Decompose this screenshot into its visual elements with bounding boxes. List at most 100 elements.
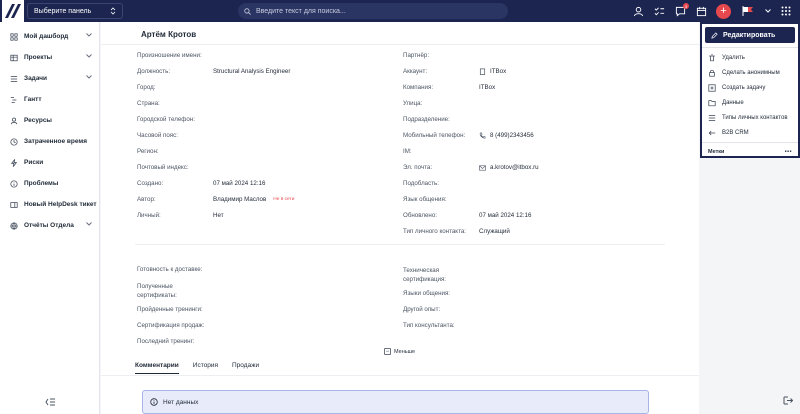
sidebar-item-label: Новый HelpDesk тикет bbox=[24, 201, 97, 208]
panel-select-label: Выберите панель bbox=[34, 7, 92, 15]
field-label: Техническая сертификация: bbox=[403, 267, 447, 283]
lock-icon bbox=[709, 69, 715, 77]
grid-icon bbox=[10, 32, 18, 41]
table-icon bbox=[10, 54, 18, 61]
field-value-text: ITBox bbox=[490, 68, 507, 75]
field-value[interactable]: 8 (499)2343456 bbox=[479, 132, 534, 139]
action-item-label: Создать задачу bbox=[722, 84, 766, 91]
actions-panel: Редактировать Удалить Сделать анонимным Со… bbox=[700, 22, 800, 158]
sidebar-item[interactable]: Мой дашборд bbox=[0, 26, 99, 47]
field-label: Тип консультанта: bbox=[403, 322, 455, 329]
field-value-text: Владимир Маслов bbox=[213, 196, 267, 203]
chevron-down-icon bbox=[86, 75, 92, 79]
sidebar-item[interactable]: Риски bbox=[0, 152, 99, 173]
field-value: 07 май 2024 12:16 bbox=[479, 212, 531, 219]
sidebar-item[interactable]: Гантт bbox=[0, 89, 99, 110]
field-value[interactable]: ITBox bbox=[479, 84, 495, 91]
field-label: Должность: bbox=[137, 68, 171, 75]
show-less-button[interactable]: − Меньше bbox=[384, 348, 415, 355]
user-icon[interactable] bbox=[632, 5, 644, 17]
field-label: Город: bbox=[137, 84, 156, 91]
field-value[interactable]: ITBox bbox=[479, 68, 506, 75]
action-item[interactable]: B2B CRM bbox=[702, 125, 798, 140]
action-item[interactable]: Типы личных контактов bbox=[702, 110, 798, 125]
action-item-label: Сделать анонимным bbox=[722, 69, 780, 76]
sidebar-item[interactable]: Проблемы bbox=[0, 173, 99, 194]
field-label: Часовой пояс: bbox=[137, 132, 178, 139]
field-value-text: 07 май 2024 12:16 bbox=[479, 212, 532, 219]
contact-card: Артём Кротов Произношение имени: Должност… bbox=[101, 22, 699, 414]
calendar-icon[interactable] bbox=[695, 5, 707, 17]
chevron-down-icon bbox=[86, 222, 92, 226]
chat-icon[interactable]: 3 bbox=[674, 3, 689, 17]
field-label: Подобласть: bbox=[403, 180, 439, 187]
flag-icon[interactable] bbox=[740, 5, 756, 17]
chevron-down-icon[interactable] bbox=[765, 5, 771, 17]
field-label: Страна: bbox=[137, 100, 160, 107]
action-item[interactable]: Сделать анонимным bbox=[702, 65, 798, 80]
chevron-updown-icon bbox=[110, 7, 116, 15]
field-label: Языки общения: bbox=[403, 290, 451, 297]
tab-history[interactable]: История bbox=[193, 362, 218, 374]
tasks-icon[interactable] bbox=[653, 5, 665, 17]
action-item[interactable]: Создать задачу bbox=[702, 80, 798, 95]
action-item[interactable]: Данные bbox=[702, 95, 798, 110]
action-item[interactable]: Удалить bbox=[702, 50, 798, 65]
field-label: Тип личного контакта: bbox=[403, 228, 467, 235]
tab-comments[interactable]: Комментарии bbox=[135, 362, 179, 374]
pencil-icon bbox=[711, 31, 718, 39]
field-label: Почтовый индекс: bbox=[137, 164, 189, 171]
field-value: Structural Analysis Engineer bbox=[213, 68, 290, 75]
notification-badge: 3 bbox=[683, 3, 689, 9]
chevron-down-icon bbox=[86, 54, 92, 58]
sidebar-item[interactable]: Отчёты Отдела bbox=[0, 215, 99, 236]
field-value[interactable]: a.krotov@itbox.ru bbox=[479, 164, 539, 171]
search-input[interactable]: Введите текст для поиска... bbox=[238, 3, 508, 19]
building-icon bbox=[479, 68, 486, 75]
more-icon[interactable]: ••• bbox=[785, 149, 792, 155]
divider bbox=[101, 375, 699, 376]
sidebar-item-label: Проекты bbox=[24, 54, 53, 61]
sidebar: Мой дашборд Проекты Задачи Гантт Ресурсы Затр… bbox=[0, 22, 100, 414]
field-label: IM: bbox=[403, 148, 412, 155]
sidebar-item[interactable]: Затраченное время bbox=[0, 131, 99, 152]
field-value-text: ITBox bbox=[479, 84, 496, 91]
author-status: Не в сети bbox=[273, 197, 295, 202]
sidebar-item[interactable]: Ресурсы bbox=[0, 110, 99, 131]
field-value-text: Служащий bbox=[479, 228, 510, 235]
edit-button[interactable]: Редактировать bbox=[705, 27, 795, 43]
panel-select[interactable]: Выберите панель bbox=[27, 3, 123, 19]
collapse-sidebar-icon[interactable] bbox=[45, 398, 55, 406]
sidebar-item[interactable]: Задачи bbox=[0, 68, 99, 89]
field-label: Партнёр: bbox=[403, 52, 430, 59]
divider bbox=[101, 44, 699, 45]
apps-grid-icon[interactable] bbox=[780, 5, 792, 17]
sidebar-item-label: Риски bbox=[24, 159, 44, 166]
exit-icon[interactable] bbox=[783, 396, 793, 405]
tab-sales[interactable]: Продажи bbox=[232, 362, 259, 374]
sidebar-item-label: Задачи bbox=[24, 75, 48, 82]
tabs: Комментарии История Продажи bbox=[135, 362, 259, 374]
field-value: Владимир Маслов Не в сети bbox=[213, 196, 294, 203]
lightning-icon bbox=[10, 158, 18, 167]
phone-icon bbox=[479, 132, 486, 139]
sidebar-item[interactable]: Новый HelpDesk тикет bbox=[0, 194, 99, 215]
field-value: Служащий bbox=[479, 228, 510, 235]
sidebar-item[interactable]: Проекты bbox=[0, 47, 99, 68]
field-label: Создано: bbox=[137, 180, 164, 187]
folder-icon bbox=[708, 99, 716, 106]
logo[interactable] bbox=[2, 0, 24, 22]
field-label: Последний тренинг: bbox=[137, 338, 195, 345]
search-placeholder: Введите текст для поиска... bbox=[256, 7, 346, 15]
divider bbox=[135, 244, 665, 245]
field-label: Мобильный телефон: bbox=[403, 132, 466, 139]
tags-row[interactable]: Метки ••• bbox=[702, 145, 798, 159]
field-label: Подразделение: bbox=[403, 116, 450, 123]
gantt-icon bbox=[10, 96, 17, 103]
search-icon bbox=[244, 7, 251, 15]
action-item-label: Типы личных контактов bbox=[722, 114, 788, 121]
user-icon bbox=[10, 117, 18, 124]
add-button[interactable]: + bbox=[716, 3, 731, 19]
list-icon bbox=[708, 114, 716, 121]
empty-state-label: Нет данных bbox=[163, 398, 199, 406]
